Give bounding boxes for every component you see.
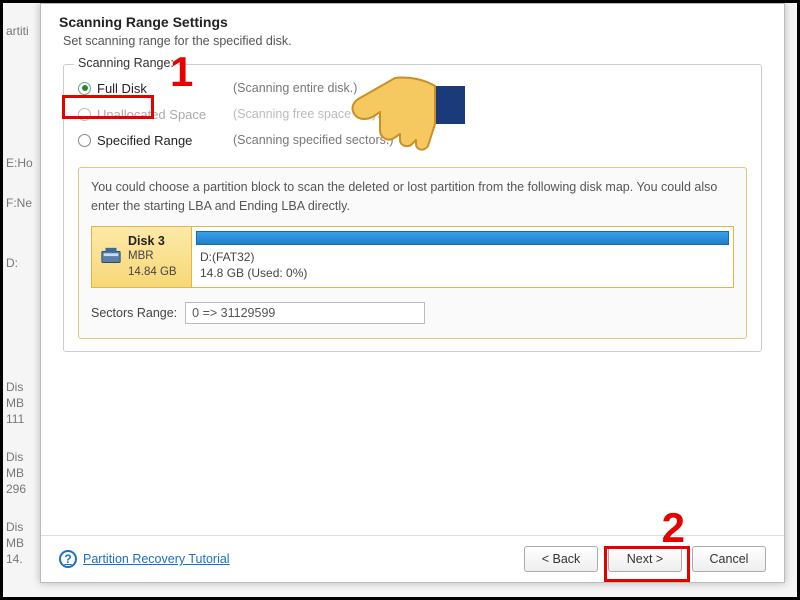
bg-text: F:Ne <box>6 196 32 210</box>
partition-bar[interactable] <box>196 231 729 245</box>
sectors-label: Sectors Range: <box>91 306 177 320</box>
disk-hint-text: You could choose a partition block to sc… <box>91 178 734 216</box>
bg-text: MB <box>6 536 24 550</box>
sectors-range-input[interactable] <box>185 302 425 324</box>
bg-text: Dis <box>6 450 23 464</box>
bg-text: Dis <box>6 380 23 394</box>
disk-size: 14.84 GB <box>128 265 177 281</box>
radio-desc: (Scanning entire disk.) <box>233 81 357 95</box>
dialog-subtitle: Set scanning range for the specified dis… <box>63 34 766 48</box>
disk-map-panel: You could choose a partition block to sc… <box>78 167 747 339</box>
tutorial-link[interactable]: ? Partition Recovery Tutorial <box>59 550 230 568</box>
range-legend: Scanning Range: <box>74 56 178 70</box>
disk-header: Disk 3 MBR 14.84 GB <box>92 227 192 287</box>
disk-icon <box>100 246 122 268</box>
bg-text: MB <box>6 466 24 480</box>
annotation-number-2: 2 <box>662 504 685 552</box>
radio-label: Full Disk <box>97 81 227 96</box>
bg-text: artiti <box>6 24 29 38</box>
dialog-title: Scanning Range Settings <box>59 14 766 30</box>
radio-label: Unallocated Space <box>97 107 227 122</box>
disk-name: Disk 3 <box>128 233 177 250</box>
radio-icon <box>78 108 91 121</box>
disk-scheme: MBR <box>128 249 177 265</box>
partition-detail: 14.8 GB (Used: 0%) <box>200 265 731 281</box>
dialog-header: Scanning Range Settings Set scanning ran… <box>41 4 784 54</box>
disk-block[interactable]: Disk 3 MBR 14.84 GB D:(FAT32) 14.8 GB (U… <box>91 226 734 288</box>
radio-label: Specified Range <box>97 133 227 148</box>
bg-text: 111 <box>6 412 24 426</box>
back-button[interactable]: < Back <box>524 546 598 572</box>
annotation-number-1: 1 <box>170 48 193 96</box>
bg-text: 14. <box>6 552 23 566</box>
radio-icon <box>78 134 91 147</box>
help-icon: ? <box>59 550 77 568</box>
tutorial-link-text: Partition Recovery Tutorial <box>83 552 230 566</box>
sectors-range-row: Sectors Range: <box>91 302 734 324</box>
bg-text: Dis <box>6 520 23 534</box>
bg-text: E:Ho <box>6 156 33 170</box>
disk-partition-area[interactable]: D:(FAT32) 14.8 GB (Used: 0%) <box>192 227 733 287</box>
bg-text: MB <box>6 396 24 410</box>
bg-text: 296 <box>6 482 26 496</box>
partition-name: D:(FAT32) <box>200 249 731 265</box>
radio-icon-selected <box>78 82 91 95</box>
pointing-hand-icon <box>340 58 470 158</box>
bg-text: D: <box>6 256 18 270</box>
cancel-button[interactable]: Cancel <box>692 546 766 572</box>
